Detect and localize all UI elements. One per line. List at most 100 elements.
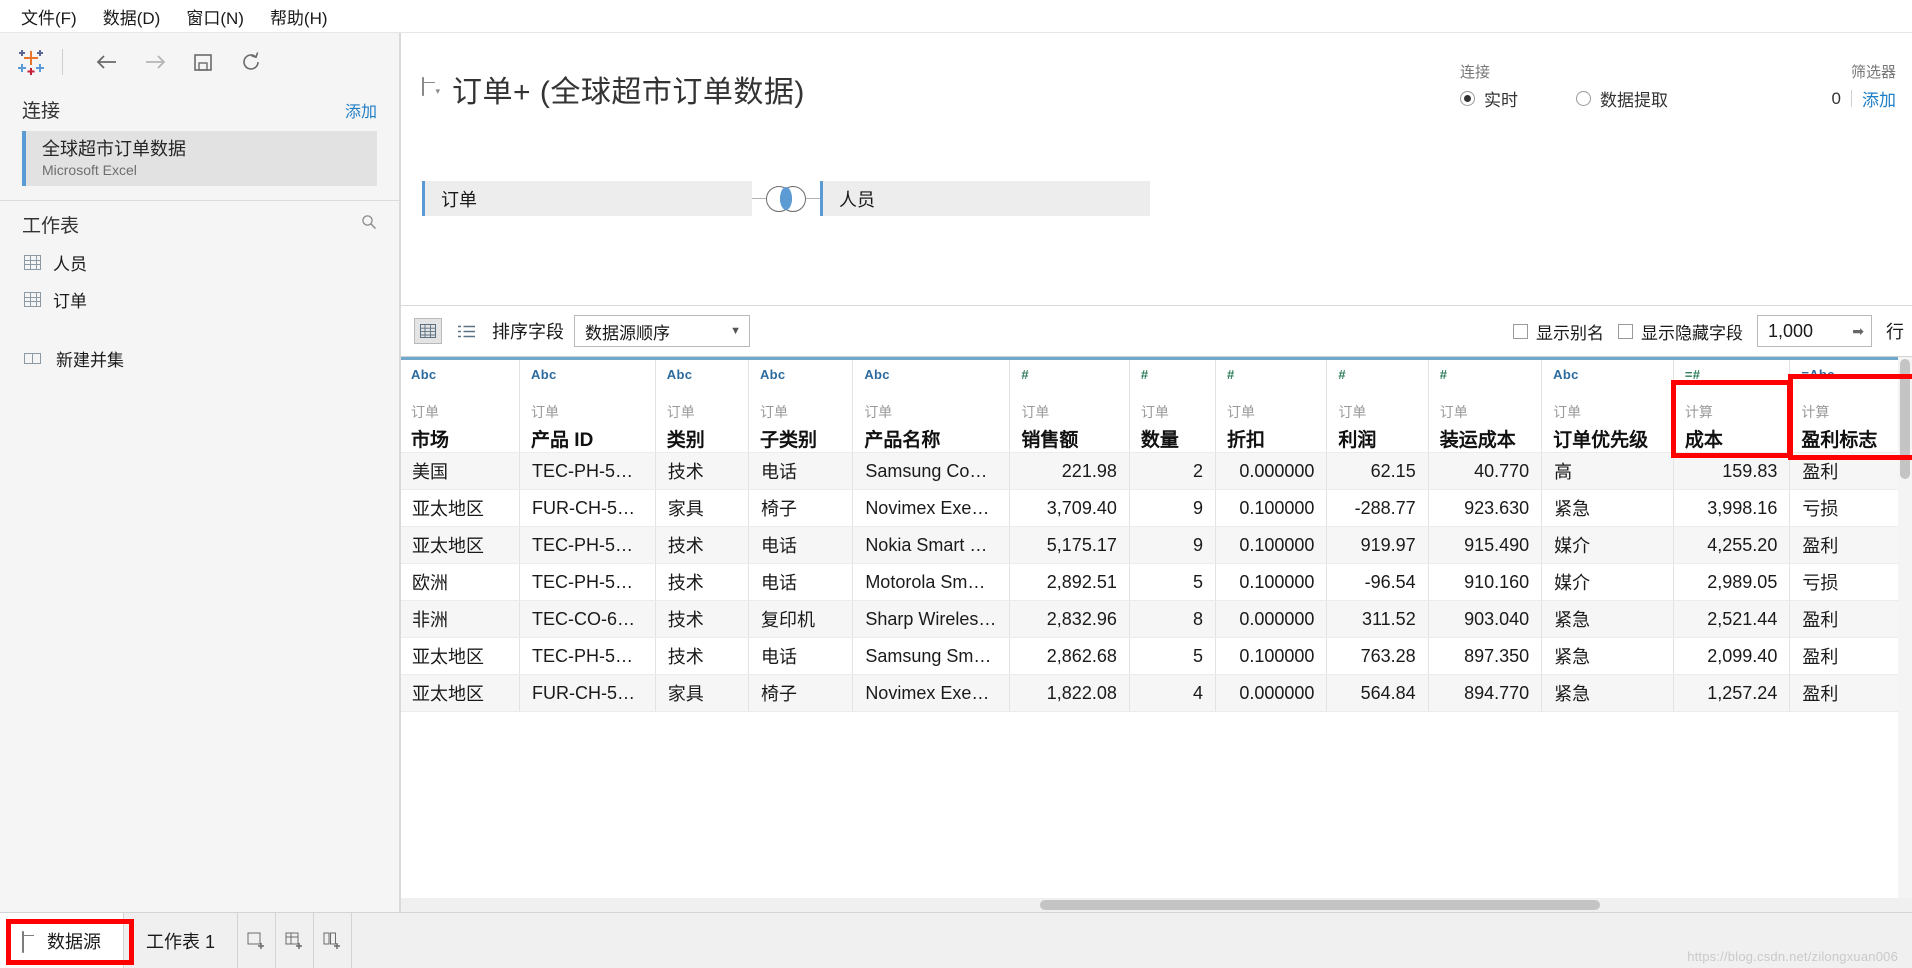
- cell-产品 ID: TEC-PH-5356: [519, 526, 656, 564]
- cell-数量: 9: [1129, 489, 1216, 527]
- add-connection-link[interactable]: 添加: [345, 98, 377, 122]
- column-header-产品 ID[interactable]: Abc 订单 产品 ID: [519, 357, 656, 453]
- sidebar-sheet-orders[interactable]: 订单: [0, 281, 399, 318]
- cell-子类别: 电话: [748, 637, 854, 675]
- inner-join-venn-icon[interactable]: [766, 185, 806, 212]
- cell-数量: 5: [1129, 637, 1216, 675]
- grid-toolbar: 排序字段 数据源顺序 ▼ 显示别名 显示隐藏字段 1,000 ➡ 行: [400, 306, 1912, 356]
- sidebar-sheet-people[interactable]: 人员: [0, 244, 399, 281]
- cell-产品名称: Nokia Smart …: [852, 526, 1011, 564]
- column-header-产品名称[interactable]: Abc 订单 产品名称: [852, 357, 1011, 453]
- save-icon[interactable]: [179, 42, 227, 82]
- column-header-数量[interactable]: # 订单 数量: [1129, 357, 1216, 453]
- column-header-盈利标志[interactable]: =Abc 计算 盈利标志: [1789, 357, 1912, 453]
- new-dashboard-button[interactable]: [276, 913, 315, 968]
- column-field-name: 利润: [1338, 430, 1377, 451]
- show-aliases-checkbox[interactable]: 显示别名: [1513, 319, 1604, 344]
- back-arrow-icon[interactable]: [83, 42, 131, 82]
- refresh-icon[interactable]: [227, 42, 275, 82]
- cell-成本: 1,257.24: [1673, 674, 1791, 712]
- column-table-name: 订单: [1439, 404, 1468, 420]
- row-limit-value: 1,000: [1768, 320, 1814, 341]
- radio-extract[interactable]: 数据提取: [1576, 86, 1668, 111]
- cell-订单优先级: 紧急: [1541, 637, 1674, 675]
- cell-类别: 技术: [655, 452, 749, 490]
- sidebar-new-union-label: 新建并集: [56, 350, 124, 370]
- column-type-icon: =#: [1684, 367, 1701, 382]
- column-header-市场[interactable]: Abc 订单 市场: [400, 357, 521, 453]
- filters-divider: [1851, 90, 1852, 107]
- tableau-logo-icon[interactable]: [14, 45, 48, 79]
- join-table-right[interactable]: 人员: [820, 181, 1150, 216]
- cell-产品名称: Novimex Exe…: [852, 674, 1011, 712]
- cell-销售额: 5,175.17: [1009, 526, 1130, 564]
- horizontal-scrollbar[interactable]: [400, 898, 1912, 912]
- cell-折扣: 0.100000: [1215, 637, 1328, 675]
- tab-data-source[interactable]: 数据源: [0, 913, 124, 968]
- column-type-icon: Abc: [411, 367, 437, 382]
- column-type-icon: =Abc: [1801, 367, 1835, 382]
- forward-arrow-icon[interactable]: [131, 42, 179, 82]
- table-row[interactable]: 亚太地区 FUR-CH-5378 家具 椅子 Novimex Exe… 1,822.08 4…: [400, 674, 1912, 712]
- search-icon[interactable]: [361, 214, 377, 234]
- column-field-name: 数量: [1140, 430, 1179, 451]
- menu-file[interactable]: 文件(F): [8, 2, 90, 31]
- horizontal-scrollbar-thumb[interactable]: [1040, 900, 1600, 910]
- cell-折扣: 0.100000: [1215, 489, 1328, 527]
- column-header-子类别[interactable]: Abc 订单 子类别: [748, 357, 854, 453]
- column-header-销售额[interactable]: # 订单 销售额: [1009, 357, 1130, 453]
- column-type-icon: Abc: [666, 367, 693, 382]
- cell-市场: 欧洲: [400, 563, 521, 601]
- column-header-利润[interactable]: # 订单 利润: [1326, 357, 1429, 453]
- connections-header: 连接 添加: [0, 90, 399, 129]
- cell-类别: 技术: [655, 563, 749, 601]
- column-header-类别[interactable]: Abc 订单 类别: [655, 357, 749, 453]
- cell-订单优先级: 媒介: [1541, 526, 1674, 564]
- row-limit-input[interactable]: 1,000 ➡: [1757, 315, 1872, 347]
- column-header-折扣[interactable]: # 订单 折扣: [1215, 357, 1328, 453]
- cell-订单优先级: 紧急: [1541, 674, 1674, 712]
- cell-市场: 亚太地区: [400, 489, 521, 527]
- show-hidden-fields-checkbox[interactable]: 显示隐藏字段: [1618, 319, 1743, 344]
- radio-live-dot: [1460, 91, 1475, 106]
- column-header-装运成本[interactable]: # 订单 装运成本: [1428, 357, 1543, 453]
- sidebar-divider: [0, 199, 399, 201]
- add-filter-link[interactable]: 添加: [1862, 86, 1896, 111]
- cell-数量: 8: [1129, 600, 1216, 638]
- new-story-button[interactable]: [314, 913, 353, 968]
- table-row[interactable]: 亚太地区 TEC-PH-5842 技术 电话 Samsung Sm… 2,862.68 5 0…: [400, 637, 1912, 675]
- tab-worksheet-1[interactable]: 工作表 1: [124, 913, 239, 968]
- list-view-icon[interactable]: [452, 318, 480, 344]
- vertical-scrollbar-thumb[interactable]: [1900, 359, 1910, 479]
- vertical-scrollbar[interactable]: [1898, 357, 1912, 898]
- menu-help[interactable]: 帮助(H): [257, 2, 341, 31]
- column-header-订单优先级[interactable]: Abc 订单 订单优先级: [1541, 357, 1674, 453]
- column-field-name: 子类别: [759, 430, 817, 451]
- cell-装运成本: 40.770: [1428, 452, 1543, 490]
- cell-数量: 5: [1129, 563, 1216, 601]
- cell-类别: 家具: [655, 489, 749, 527]
- column-header-成本[interactable]: =# 计算 成本: [1673, 357, 1791, 453]
- join-line-right: [806, 198, 820, 199]
- column-table-name: 计算: [1684, 404, 1713, 420]
- connection-item[interactable]: 全球超市订单数据 Microsoft Excel: [22, 131, 377, 186]
- sidebar-new-union[interactable]: 新建并集: [0, 340, 399, 377]
- sort-field-select[interactable]: 数据源顺序 ▼: [574, 315, 750, 347]
- radio-live[interactable]: 实时: [1460, 86, 1518, 111]
- table-row[interactable]: 亚太地区 FUR-CH-5379 家具 椅子 Novimex Exe… 3,709.40 9…: [400, 489, 1912, 527]
- menu-data[interactable]: 数据(D): [90, 2, 174, 31]
- cell-订单优先级: 紧急: [1541, 489, 1674, 527]
- table-row[interactable]: 非洲 TEC-CO-6011 技术 复印机 Sharp Wireles… 2,832.96…: [400, 600, 1912, 638]
- grid-view-icon[interactable]: [414, 318, 442, 344]
- table-row[interactable]: 欧洲 TEC-PH-5267 技术 电话 Motorola Sm… 2,892.51 5 0.…: [400, 563, 1912, 601]
- join-table-left[interactable]: 订单: [422, 181, 752, 216]
- menu-window[interactable]: 窗口(N): [173, 2, 257, 31]
- cell-产品名称: Motorola Sm…: [852, 563, 1011, 601]
- cell-数量: 2: [1129, 452, 1216, 490]
- new-worksheet-button[interactable]: [238, 913, 277, 968]
- cell-成本: 4,255.20: [1673, 526, 1791, 564]
- table-row[interactable]: 亚太地区 TEC-PH-5356 技术 电话 Nokia Smart … 5,175.17…: [400, 526, 1912, 564]
- cell-装运成本: 915.490: [1428, 526, 1543, 564]
- pane-divider: [400, 33, 401, 912]
- table-row[interactable]: 美国 TEC-PH-5816 技术 电话 Samsung Con… 221.98 2 0.00…: [400, 452, 1912, 490]
